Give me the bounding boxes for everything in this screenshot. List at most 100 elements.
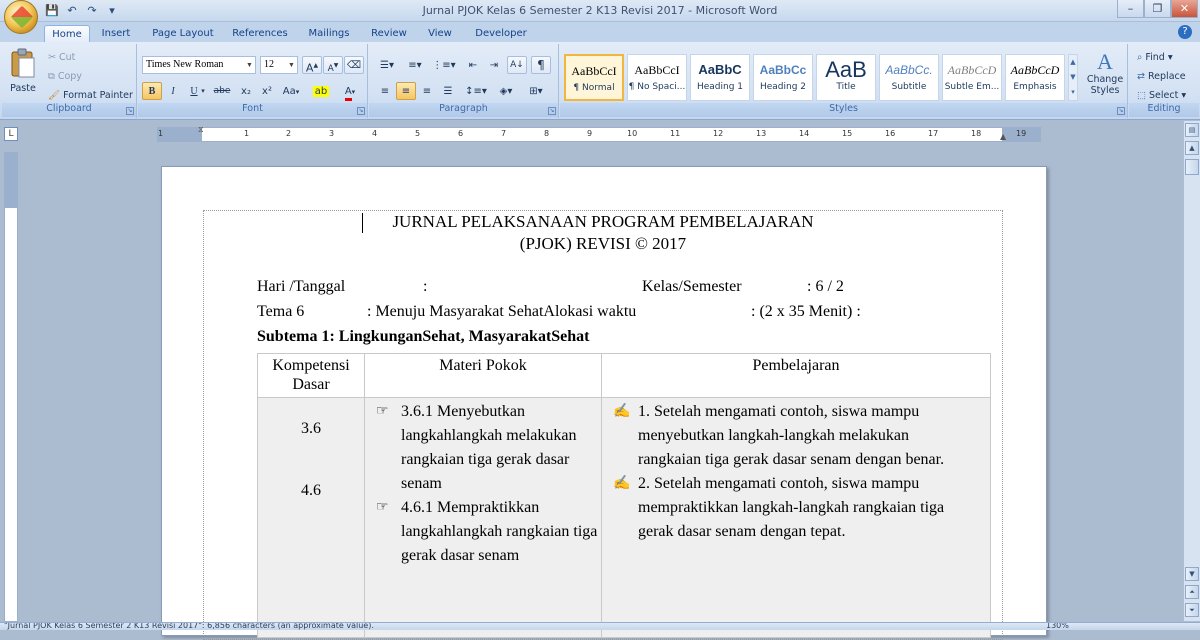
right-indent-marker-icon[interactable]: ▲ [1000,132,1006,141]
font-name-combo[interactable]: Times New Roman ▼ [142,56,256,74]
align-right-icon[interactable]: ≡ [417,82,437,100]
office-button[interactable] [4,0,38,34]
copy-button[interactable]: ⧉ Copy [48,71,82,82]
tab-insert[interactable]: Insert [94,25,138,43]
styles-scroll[interactable]: ▲ ▼ ▾ [1068,54,1078,101]
clear-formatting-button[interactable]: ⌫ [344,56,364,74]
scroll-down-icon[interactable]: ▼ [1185,567,1199,581]
grow-font-button[interactable]: A▲ [302,56,322,75]
scroll-thumb[interactable] [1185,159,1199,175]
style-no-spacing[interactable]: AaBbCcI ¶ No Spaci... [627,54,687,101]
tab-review[interactable]: Review [366,25,412,43]
clipboard-launcher-icon[interactable]: ↘ [126,107,134,115]
line-spacing-icon[interactable]: ↕≡▾ [463,82,489,100]
style-heading-2[interactable]: AaBbCc Heading 2 [753,54,813,101]
find-button[interactable]: ⌕ Find ▾ [1137,52,1173,63]
justify-icon[interactable]: ☰ [438,82,458,100]
subscript-button[interactable]: x₂ [236,82,256,100]
title-bar: 💾 ↶ ↷ ▾ Jurnal PJOK Kelas 6 Semester 2 K… [0,0,1200,34]
minimize-button[interactable]: – [1117,0,1144,18]
writing-hand-icon: ✍ [613,404,631,419]
style-heading-1[interactable]: AaBbC Heading 1 [690,54,750,101]
change-case-label: Aa [282,86,296,97]
horizontal-ruler[interactable]: 1 1 2 3 4 5 6 7 8 9 10 11 12 13 14 15 16… [157,125,1041,142]
strikethrough-button[interactable]: abe [210,82,234,100]
help-icon[interactable]: ? [1178,25,1192,39]
show-formatting-icon[interactable]: ¶ [531,56,551,74]
bullets-icon[interactable]: ☰▾ [375,56,399,74]
shrink-font-button[interactable]: A▼ [323,56,343,74]
superscript-button[interactable]: x² [257,82,277,100]
multilevel-list-icon[interactable]: ⋮≡▾ [431,56,457,74]
format-painter-button[interactable]: 🖌 Format Painter [48,90,133,101]
style-subtitle-label: Subtitle [891,82,927,92]
style-subtle-emphasis-sample: AaBbCcD [947,63,997,77]
underline-dropdown-icon[interactable]: ▾ [198,82,208,100]
find-label: Find [1145,52,1165,63]
zoom-level[interactable]: 130% [1046,623,1069,630]
decrease-indent-icon[interactable]: ⇤ [463,56,483,74]
tab-references[interactable]: References [228,25,292,43]
font-launcher-icon[interactable]: ↘ [357,107,365,115]
view-ruler-icon[interactable]: ▤ [1185,123,1199,137]
table-header-cell: Materi Pokok [364,353,602,398]
close-button[interactable]: ✕ [1171,0,1198,18]
vertical-scrollbar[interactable]: ▤ ▲ ▼ ⏶ ⏷ [1183,121,1200,621]
style-emphasis[interactable]: AaBbCcD Emphasis [1005,54,1065,101]
text-box[interactable]: JURNAL PELAKSANAAN PROGRAM PEMBELAJARAN … [203,210,1003,640]
tab-developer[interactable]: Developer [468,25,534,43]
ribbon-tabs: Home Insert Page Layout References Maili… [0,22,1200,43]
style-heading-2-label: Heading 2 [759,82,807,92]
tab-selector-icon[interactable]: L [4,127,18,141]
italic-button[interactable]: I [163,82,183,100]
tab-home[interactable]: Home [44,25,90,43]
font-name-value: Times New Roman [146,59,224,70]
style-subtle-emphasis[interactable]: AaBbCcD Subtle Em... [942,54,1002,101]
style-subtitle[interactable]: AaBbCc. Subtitle [879,54,939,101]
replace-button[interactable]: ⇄ Replace [1137,71,1186,82]
kd-cell: 3.6 4.6 [257,397,365,638]
tab-page-layout[interactable]: Page Layout [147,25,219,43]
change-case-button[interactable]: Aa▾ [279,82,303,100]
document-page[interactable]: JURNAL PELAKSANAAN PROGRAM PEMBELAJARAN … [161,166,1047,640]
highlight-button[interactable]: ab [308,82,334,100]
style-heading-1-label: Heading 1 [696,82,744,92]
font-color-button[interactable]: A▾ [338,82,362,101]
style-normal[interactable]: AaBbCcI ¶ Normal [564,54,624,101]
chevron-down-icon[interactable]: ▼ [244,57,255,73]
materi-text: 4.6.1 Mempraktikkan langkahlangkah rangk… [401,499,598,564]
align-center-icon[interactable]: ≡ [396,82,416,100]
previous-page-icon[interactable]: ⏶ [1185,585,1199,599]
editing-group-label: Editing [1129,103,1199,117]
borders-icon[interactable]: ⊞▾ [523,82,549,100]
align-left-icon[interactable]: ≡ [375,82,395,100]
styles-launcher-icon[interactable]: ↘ [1117,107,1125,115]
shading-icon[interactable]: ◈▾ [493,82,519,100]
style-emphasis-label: Emphasis [1013,82,1057,92]
change-styles-button[interactable]: A Change Styles [1084,50,1126,97]
increase-indent-icon[interactable]: ⇥ [484,56,504,74]
pembelajaran-cell: ✍ 1. Setelah mengamati contoh, siswa mamp… [601,397,991,638]
indent-marker-icon[interactable]: ⧖ [198,125,204,135]
select-button[interactable]: ⬚ Select ▾ [1137,90,1186,101]
style-title[interactable]: AaB Title [816,54,876,101]
sort-icon[interactable]: A↓ [507,56,527,74]
paragraph-launcher-icon[interactable]: ↘ [548,107,556,115]
bold-button[interactable]: B [142,82,162,100]
cut-button[interactable]: ✂ Cut [48,52,75,63]
format-painter-label: Format Painter [63,90,133,101]
maximize-button[interactable]: ❐ [1144,0,1171,18]
tab-mailings[interactable]: Mailings [302,25,356,43]
paste-button[interactable]: Paste [6,48,40,104]
materi-text: 3.6.1 Menyebutkan langkahlangkah melakuk… [401,403,577,492]
numbering-icon[interactable]: ≡▾ [403,56,427,74]
font-size-combo[interactable]: 12 ▼ [260,56,298,74]
style-subtle-emphasis-label: Subtle Em... [944,82,1000,92]
select-label: Select [1149,90,1179,101]
document-title-line-2: (PJOK) REVISI © 2017 [519,234,687,253]
scroll-up-icon[interactable]: ▲ [1185,141,1199,155]
tab-view[interactable]: View [422,25,458,43]
next-page-icon[interactable]: ⏷ [1185,603,1199,617]
chevron-down-icon[interactable]: ▼ [286,57,297,73]
ruler-number: 14 [799,129,810,138]
